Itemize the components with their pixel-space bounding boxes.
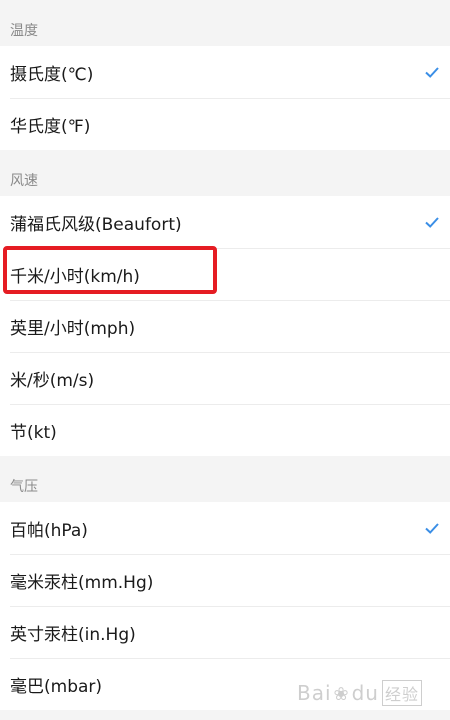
check-icon [425,67,439,78]
option-kt[interactable]: 节(kt) [0,404,450,456]
unit-settings-page: 温度 摄氏度(℃) 华氏度(℉) 风速 蒲福氏风级(Beaufort) 千米/小… [0,0,450,720]
option-label: 蒲福氏风级(Beaufort) [10,214,182,235]
temperature-list: 摄氏度(℃) 华氏度(℉) [0,46,450,150]
option-mmhg[interactable]: 毫米汞柱(mm.Hg) [0,554,450,606]
check-icon [425,217,439,228]
check-icon [425,523,439,534]
option-celsius[interactable]: 摄氏度(℃) [0,46,450,98]
section-title: 风速 [10,173,38,189]
section-title: 气压 [10,479,38,495]
option-ms[interactable]: 米/秒(m/s) [0,352,450,404]
option-kmh[interactable]: 千米/小时(km/h) [0,248,450,300]
option-label: 百帕(hPa) [10,520,88,541]
section-header-wind: 风速 [0,150,450,196]
option-label: 英里/小时(mph) [10,318,136,339]
option-inhg[interactable]: 英寸汞柱(in.Hg) [0,606,450,658]
option-mph[interactable]: 英里/小时(mph) [0,300,450,352]
option-label: 千米/小时(km/h) [10,266,140,287]
section-header-temperature: 温度 [0,0,450,46]
section-title: 温度 [10,23,38,39]
wind-list: 蒲福氏风级(Beaufort) 千米/小时(km/h) 英里/小时(mph) 米… [0,196,450,456]
option-label: 华氏度(℉) [10,116,91,137]
option-label: 英寸汞柱(in.Hg) [10,624,136,645]
pressure-list: 百帕(hPa) 毫米汞柱(mm.Hg) 英寸汞柱(in.Hg) 毫巴(mbar) [0,502,450,710]
option-beaufort[interactable]: 蒲福氏风级(Beaufort) [0,196,450,248]
section-header-pressure: 气压 [0,456,450,502]
option-label: 节(kt) [10,422,57,443]
option-mbar[interactable]: 毫巴(mbar) [0,658,450,710]
option-label: 毫米汞柱(mm.Hg) [10,572,154,593]
option-label: 米/秒(m/s) [10,370,95,391]
option-label: 摄氏度(℃) [10,64,94,85]
option-label: 毫巴(mbar) [10,676,103,697]
option-fahrenheit[interactable]: 华氏度(℉) [0,98,450,150]
option-hpa[interactable]: 百帕(hPa) [0,502,450,554]
